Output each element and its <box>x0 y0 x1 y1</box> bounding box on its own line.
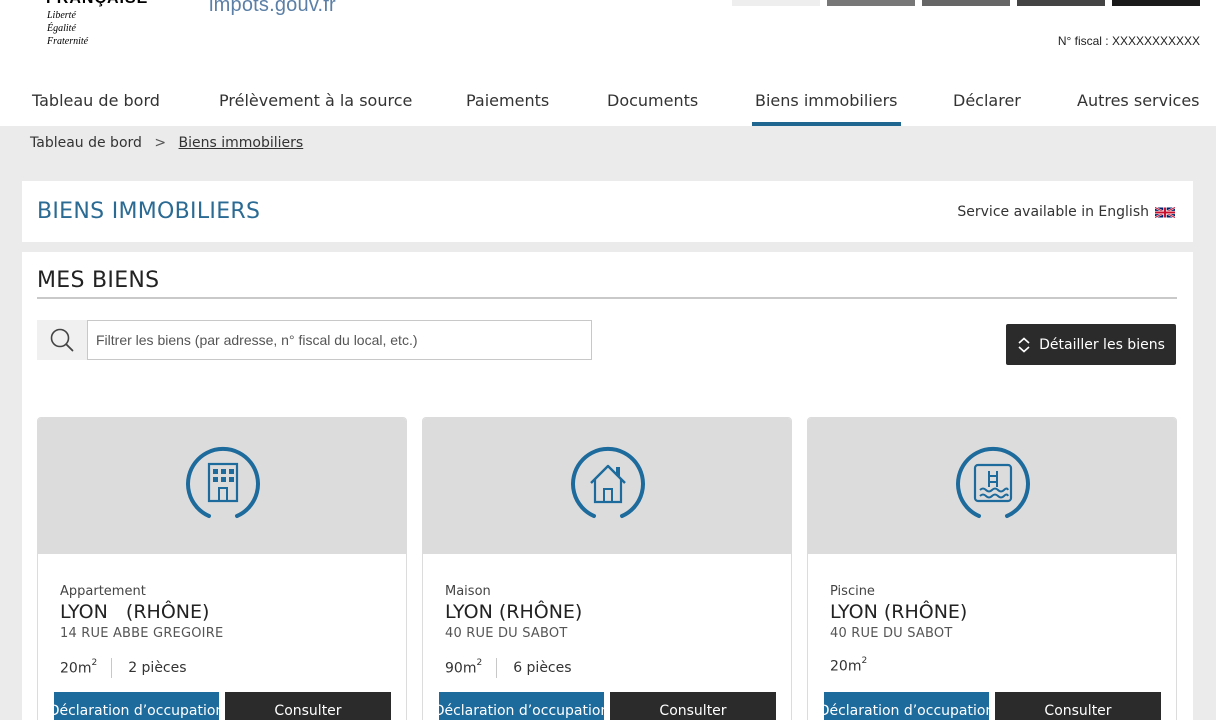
card-header <box>38 418 406 554</box>
declaration-occupation-button[interactable]: Déclaration d’occupation <box>49 692 224 720</box>
property-specs: 90m2 6 pièces <box>445 658 572 678</box>
title-panel: BIENS IMMOBILIERS Service available in E… <box>22 181 1193 242</box>
property-address: 14 RUE ABBE GREGOIRE <box>60 626 224 641</box>
property-address: 40 RUE DU SABOT <box>445 626 568 641</box>
property-surface: 20m2 <box>60 657 98 677</box>
site-name[interactable]: impots.gouv.fr <box>209 0 336 17</box>
motto-fraternite: Fraternité <box>47 36 89 47</box>
declaration-occupation-button[interactable]: Déclaration d’occupation <box>434 692 609 720</box>
surface-value: 90m <box>445 660 477 677</box>
nav-item-label: Biens immobiliers <box>755 91 898 110</box>
declaration-occupation-button[interactable]: Déclaration d’occupation <box>819 692 994 720</box>
property-rooms: 2 pièces <box>128 660 187 676</box>
nav-item-biens-immobiliers[interactable]: Biens immobiliers <box>752 84 902 126</box>
consulter-button[interactable]: Consulter <box>610 692 776 720</box>
logo-top-text: FRANÇAISE <box>46 0 148 8</box>
page-title: BIENS IMMOBILIERS <box>37 199 261 224</box>
detail-biens-button[interactable]: Détailler les biens <box>1006 324 1176 365</box>
top-button-5[interactable] <box>1112 0 1200 6</box>
property-card-piscine: Piscine LYON (RHÔNE) 40 RUE DU SABOT 20m… <box>807 417 1177 720</box>
nav-item-label: Documents <box>607 91 699 110</box>
property-specs: 20m2 2 pièces <box>60 658 187 678</box>
house-icon <box>571 447 645 518</box>
motto-egalite: Égalité <box>47 23 76 34</box>
breadcrumb: Tableau de bord > Biens immobiliers <box>30 135 303 151</box>
property-card-maison: Maison LYON (RHÔNE) 40 RUE DU SABOT 90m2… <box>422 417 792 720</box>
english-service-link[interactable]: Service available in English <box>957 204 1175 220</box>
top-button-4[interactable] <box>1017 0 1105 6</box>
nav-item-prelevement[interactable]: Prélèvement à la source <box>219 84 412 126</box>
spec-divider <box>111 658 113 678</box>
surface-value: 20m <box>60 660 92 677</box>
consulter-button[interactable]: Consulter <box>225 692 391 720</box>
top-buttons <box>732 0 1200 6</box>
card-header <box>808 418 1176 554</box>
property-rooms: 6 pièces <box>513 660 572 676</box>
property-type: Maison <box>445 584 491 599</box>
republique-francaise-logo[interactable]: FRANÇAISE Liberté Égalité Fraternité <box>46 0 166 52</box>
surface-value: 20m <box>830 658 862 675</box>
top-button-1[interactable] <box>732 0 820 6</box>
fiscal-number: N° fiscal : XXXXXXXXXXX <box>1057 34 1200 48</box>
pool-icon <box>956 447 1030 518</box>
top-button-2[interactable] <box>827 0 915 6</box>
nav-item-label: Déclarer <box>953 91 1021 110</box>
property-address: 40 RUE DU SABOT <box>830 626 953 641</box>
property-city: LYON (RHÔNE) <box>60 601 210 623</box>
property-city: LYON (RHÔNE) <box>445 601 583 623</box>
nav-item-documents[interactable]: Documents <box>607 84 698 126</box>
surface-unit-exponent: 2 <box>91 657 98 668</box>
main-nav: Tableau de bord Prélèvement à la source … <box>0 84 1216 126</box>
nav-item-label: Paiements <box>466 91 550 110</box>
nav-item-label: Tableau de bord <box>32 91 160 110</box>
nav-item-declarer[interactable]: Déclarer <box>953 84 1021 126</box>
section-heading: MES BIENS <box>37 268 160 293</box>
active-tab-indicator <box>752 122 902 126</box>
breadcrumb-separator: > <box>154 135 167 151</box>
surface-unit-exponent: 2 <box>476 657 483 668</box>
detail-button-label: Détailler les biens <box>1039 336 1165 353</box>
nav-item-tableau-de-bord[interactable]: Tableau de bord <box>32 84 160 126</box>
nav-item-autres-services[interactable]: Autres services <box>1077 84 1200 126</box>
property-card-appartement: Appartement LYON (RHÔNE) 14 RUE ABBE GRE… <box>37 417 407 720</box>
spec-divider <box>496 658 498 678</box>
nav-item-label: Prélèvement à la source <box>219 91 413 110</box>
search-icon <box>50 328 74 352</box>
nav-item-label: Autres services <box>1077 91 1200 110</box>
breadcrumb-current[interactable]: Biens immobiliers <box>179 135 304 151</box>
property-type: Piscine <box>830 584 875 599</box>
card-header <box>423 418 791 554</box>
english-link-label: Service available in English <box>957 204 1149 220</box>
nav-item-paiements[interactable]: Paiements <box>466 84 549 126</box>
main-panel: MES BIENS Détailler les biens <box>22 252 1193 720</box>
search-input[interactable] <box>87 320 592 360</box>
search-button[interactable] <box>37 320 87 360</box>
property-type: Appartement <box>60 584 146 599</box>
property-specs: 20m2 <box>830 656 868 675</box>
property-city: LYON (RHÔNE) <box>830 601 968 623</box>
building-icon <box>186 447 260 518</box>
property-surface: 90m2 <box>445 657 483 677</box>
consulter-button[interactable]: Consulter <box>995 692 1161 720</box>
surface-unit-exponent: 2 <box>861 656 868 666</box>
motto-liberte: Liberté <box>47 10 76 21</box>
top-button-3[interactable] <box>922 0 1010 6</box>
site-header: FRANÇAISE Liberté Égalité Fraternité imp… <box>0 0 1216 126</box>
property-surface: 20m2 <box>830 656 868 675</box>
heading-divider <box>37 297 1177 299</box>
expand-collapse-icon <box>1018 336 1030 353</box>
breadcrumb-home[interactable]: Tableau de bord <box>30 135 142 151</box>
uk-flag-icon <box>1155 206 1175 218</box>
